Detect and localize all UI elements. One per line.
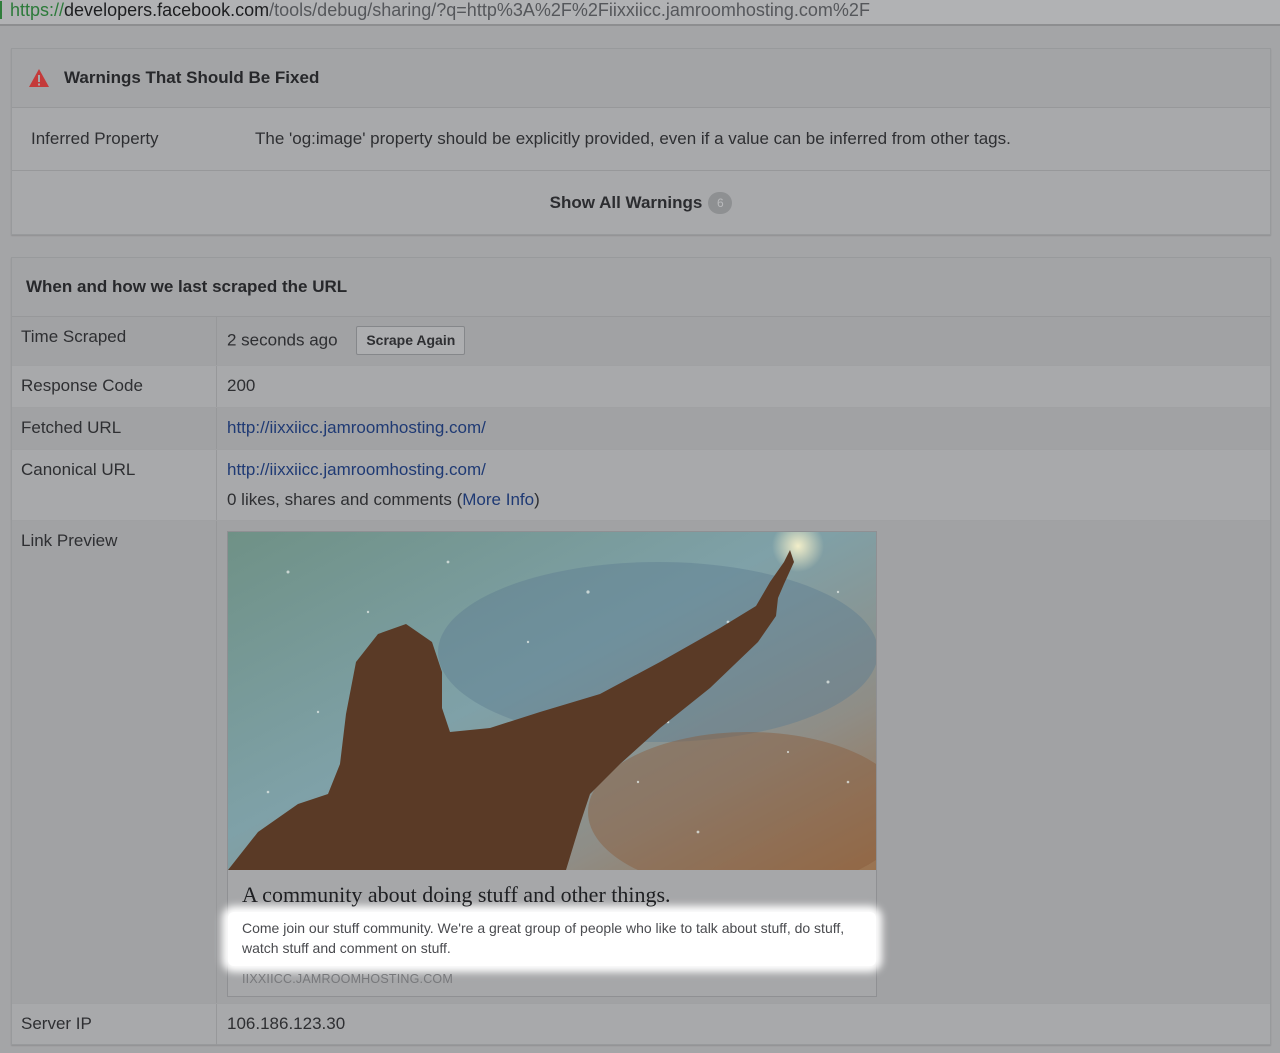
server-ip-row: Server IP 106.186.123.30 [12, 1004, 1270, 1045]
url-path: /tools/debug/sharing/?q=http%3A%2F%2Fiix… [269, 0, 870, 20]
link-preview-card[interactable]: A community about doing stuff and other … [227, 531, 877, 997]
preview-body: A community about doing stuff and other … [228, 870, 876, 996]
address-bar-edge [0, 1, 2, 19]
warnings-count-badge: 6 [708, 191, 733, 214]
warnings-title: Warnings That Should Be Fixed [64, 68, 320, 87]
warnings-panel: Warnings That Should Be Fixed Inferred P… [11, 48, 1271, 235]
link-preview-row: Link Preview A community about doing stu… [12, 521, 1270, 1004]
warning-label: Inferred Property [31, 129, 159, 148]
show-all-warnings-button[interactable]: Show All Warnings 6 [12, 171, 1270, 234]
scrape-again-button[interactable]: Scrape Again [356, 326, 466, 355]
show-all-warnings-label: Show All Warnings [549, 192, 703, 212]
warning-item: Inferred Property The 'og:image' propert… [12, 108, 1270, 171]
fetched-url-label: Fetched URL [12, 408, 217, 449]
link-preview-label: Link Preview [12, 521, 217, 1003]
server-ip-value: 106.186.123.30 [227, 1014, 346, 1033]
time-scraped-label: Time Scraped [12, 317, 217, 365]
preview-description: Come join our stuff community. We're a g… [228, 912, 876, 966]
response-code-row: Response Code 200 [12, 366, 1270, 408]
warning-message: The 'og:image' property should be explic… [255, 129, 1011, 148]
scrape-title: When and how we last scraped the URL [26, 277, 348, 296]
likes-prefix: 0 likes, shares and comments ( [227, 490, 463, 509]
fetched-url-row: Fetched URL http://iixxiicc.jamroomhosti… [12, 408, 1270, 450]
preview-domain: IIXXIICC.JAMROOMHOSTING.COM [242, 972, 453, 986]
url-host: developers.facebook.com [64, 0, 270, 20]
likes-summary: 0 likes, shares and comments (More Info) [227, 490, 1270, 510]
preview-image [228, 532, 876, 870]
canonical-url-label: Canonical URL [12, 450, 217, 520]
fetched-url-link[interactable]: http://iixxiicc.jamroomhosting.com/ [227, 418, 486, 437]
url-scheme: https:// [10, 0, 65, 20]
time-scraped-value: 2 seconds ago [227, 330, 338, 350]
canonical-url-row: Canonical URL http://iixxiicc.jamroomhos… [12, 450, 1270, 521]
response-code-label: Response Code [12, 366, 217, 407]
warnings-header: Warnings That Should Be Fixed [12, 49, 1270, 108]
response-code-value: 200 [227, 376, 256, 395]
more-info-link[interactable]: More Info [462, 490, 534, 509]
canonical-url-link[interactable]: http://iixxiicc.jamroomhosting.com/ [227, 460, 486, 479]
preview-title: A community about doing stuff and other … [242, 882, 671, 907]
likes-suffix: ) [534, 490, 540, 509]
warning-triangle-icon [29, 69, 49, 87]
scrape-header: When and how we last scraped the URL [12, 258, 1270, 317]
address-bar[interactable]: https://developers.facebook.com/tools/de… [0, 0, 1280, 26]
server-ip-label: Server IP [12, 1004, 217, 1045]
scrape-info-panel: When and how we last scraped the URL Tim… [11, 257, 1271, 1045]
time-scraped-row: Time Scraped 2 seconds ago Scrape Again [12, 317, 1270, 366]
